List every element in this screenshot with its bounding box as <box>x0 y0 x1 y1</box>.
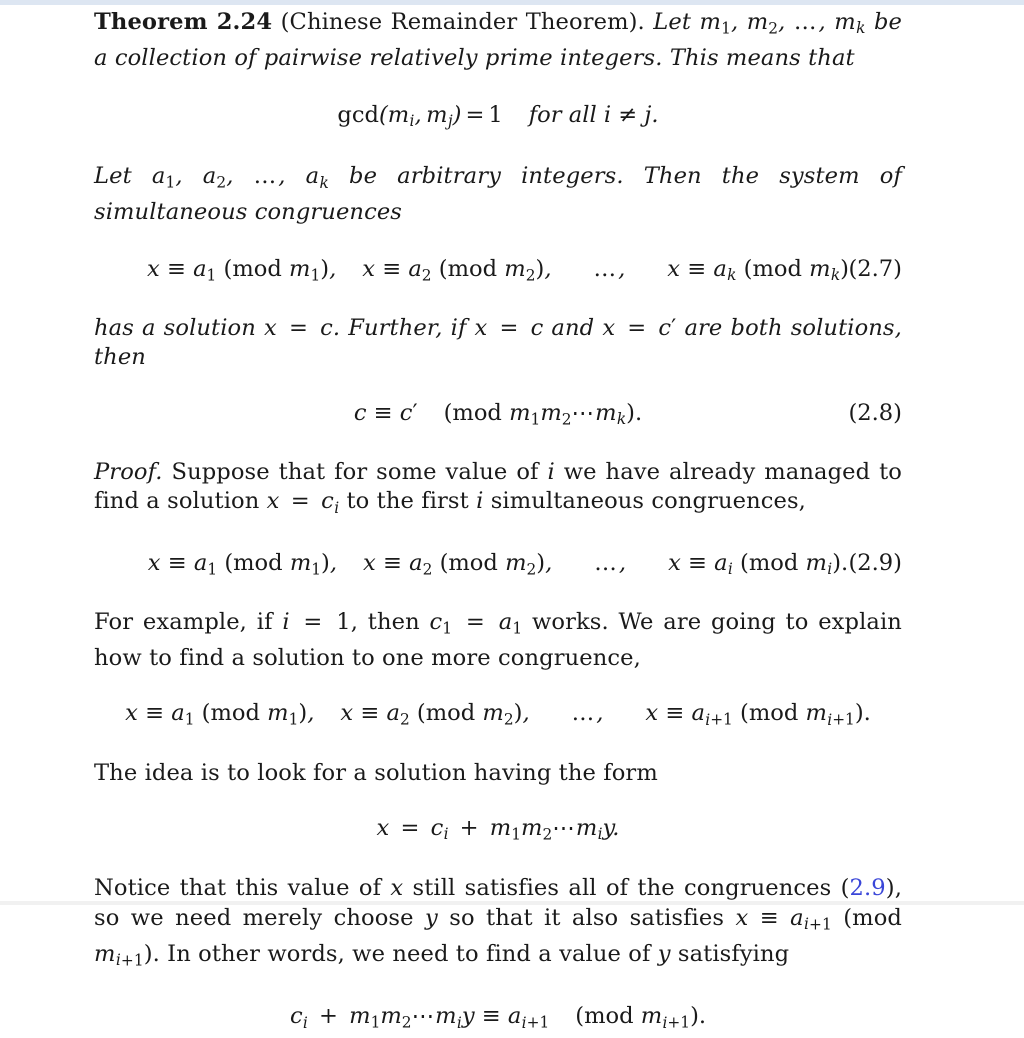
equation-2-9: x ≡ a1 (mod m1), x ≡ a2 (mod m2),…, x ≡ ai… <box>94 548 902 584</box>
proof-paragraph-3: The idea is to look for a solution havin… <box>94 759 902 788</box>
proof-paragraph-2: For example, if i = 1, then c1 = a1 work… <box>94 609 902 672</box>
equation-final-congruence: ci + m1m2⋯miy ≡ ai+1 (mod mi+1). <box>94 1001 902 1037</box>
document-page: Theorem 2.24 (Chinese Remainder Theorem)… <box>0 0 1024 1032</box>
theorem-statement: Theorem 2.24 (Chinese Remainder Theorem)… <box>94 9 902 71</box>
equation-gcd-body: gcd(mi, mj) = 1 for all i ≠ j. <box>337 102 659 131</box>
equation-2-7-tag: (2.7) <box>848 255 902 282</box>
proof-paragraph-4: Notice that this value of x still satisf… <box>94 875 902 969</box>
equation-2-9-body: x ≡ a1 (mod m1), x ≡ a2 (mod m2),…, x ≡ ai… <box>147 550 849 579</box>
theorem-label: Theorem 2.24 <box>94 9 273 35</box>
equation-next-congruence-body: x ≡ a1 (mod m1), x ≡ a2 (mod m2),…, x ≡ ai… <box>125 700 871 729</box>
equation-solution-form: x = ci + m1m2⋯miy. <box>94 813 902 849</box>
theorem-name: (Chinese Remainder Theorem). <box>280 9 645 35</box>
equation-final-congruence-body: ci + m1m2⋯miy ≡ ai+1 (mod mi+1). <box>289 1003 707 1032</box>
proof-label: Proof. <box>94 458 163 485</box>
proof-p4-part-d: so that it also satisfies <box>437 904 736 931</box>
equation-2-7-body: x ≡ a1 (mod m1), x ≡ a2 (mod m2),…, x ≡ ak… <box>147 255 849 284</box>
proof-paragraph-3-text: The idea is to look for a solution havin… <box>94 759 658 786</box>
proof-p4-part-a: Notice that this value of <box>94 875 391 902</box>
theorem-body: Let a1, a2, …, ak be arbitrary integers.… <box>94 163 902 226</box>
equation-2-9-tag: (2.9) <box>848 550 902 577</box>
viewport-bottom-band <box>0 901 1024 905</box>
proof-paragraph-1: Proof. Suppose that for some value of i … <box>94 458 902 517</box>
proof-p4-part-e: . In other words, we need to find a valu… <box>152 940 658 967</box>
equation-2-7: x ≡ a1 (mod m1), x ≡ a2 (mod m2),…, x ≡ ak… <box>94 254 902 290</box>
equation-solution-form-body: x = ci + m1m2⋯miy. <box>376 815 620 844</box>
equation-reference-link-2-9[interactable]: 2.9 <box>850 875 886 901</box>
proof-p4-part-b: still satisfies all of the congruences <box>403 875 841 902</box>
equation-2-8-tag: (2.8) <box>848 399 902 426</box>
page-content: Theorem 2.24 (Chinese Remainder Theorem)… <box>94 4 902 1038</box>
proof-p4-part-f: satisfying <box>670 940 790 967</box>
theorem-after-2-7: has a solution x = c. Further, if x = c … <box>94 314 902 371</box>
equation-next-congruence: x ≡ a1 (mod m1), x ≡ a2 (mod m2),…, x ≡ ai… <box>94 698 902 734</box>
equation-2-8-body: c ≡ c′ (mod m1m2⋯mk). <box>353 399 643 428</box>
equation-gcd: gcd(mi, mj) = 1 for all i ≠ j. <box>94 100 902 136</box>
equation-2-8: c ≡ c′ (mod m1m2⋯mk). (2.8) <box>94 398 902 434</box>
